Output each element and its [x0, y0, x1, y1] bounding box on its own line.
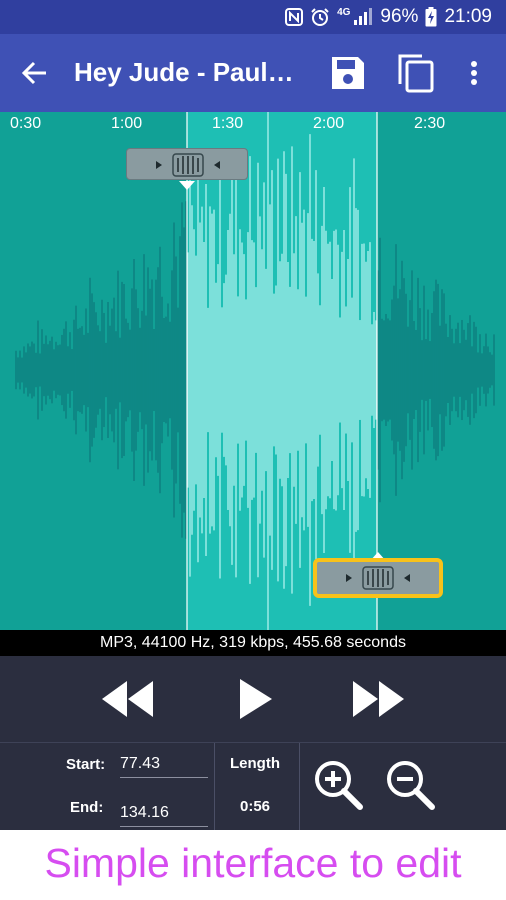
- file-info: MP3, 44100 Hz, 319 kbps, 455.68 seconds: [0, 630, 506, 656]
- battery-percent: 96%: [380, 6, 419, 27]
- timeline-tick: 1:00: [111, 115, 143, 132]
- timeline-tick: 1:30: [212, 115, 244, 132]
- end-field[interactable]: 134.16: [120, 804, 208, 827]
- song-title: Hey Jude - Paul McCartney: [74, 57, 300, 87]
- nfc-icon: [285, 8, 304, 26]
- battery-charging-icon: [425, 7, 437, 27]
- divider: [299, 743, 300, 831]
- signal-icon: [354, 8, 373, 25]
- waveform-panel[interactable]: 0:30 1:00 1:30 2:00 2:30: [0, 112, 506, 630]
- alarm-icon: [311, 8, 329, 26]
- promo-caption: Simple interface to edit: [0, 830, 506, 900]
- play-icon[interactable]: [228, 676, 278, 722]
- end-marker-handle[interactable]: [313, 558, 443, 598]
- timeline-tick: 2:30: [414, 115, 446, 132]
- more-vert-icon[interactable]: [454, 52, 494, 94]
- zoom-out-icon[interactable]: [382, 757, 440, 815]
- fast-forward-icon[interactable]: [348, 676, 408, 722]
- timeline-tick: 2:00: [313, 115, 345, 132]
- start-field[interactable]: 77.43: [120, 755, 208, 778]
- selection-panel: Start: 77.43 End: 134.16 Length 0:56: [0, 742, 506, 831]
- playback-controls: [0, 656, 506, 742]
- save-icon[interactable]: [327, 52, 369, 94]
- back-arrow-icon[interactable]: [18, 56, 52, 90]
- clock: 21:09: [444, 6, 492, 27]
- status-bar: 4G 96% 21:09: [0, 0, 506, 34]
- copy-icon[interactable]: [394, 52, 436, 94]
- length-value: 0:56: [240, 798, 271, 815]
- start-label: Start:: [66, 756, 106, 773]
- drag-grip-icon: [346, 566, 410, 590]
- timeline-tick: 0:30: [10, 115, 42, 132]
- app-bar: Hey Jude - Paul McCartney: [0, 34, 506, 112]
- waveform[interactable]: [0, 112, 506, 630]
- zoom-in-icon[interactable]: [310, 757, 368, 815]
- start-marker-handle[interactable]: [126, 148, 248, 180]
- rewind-icon[interactable]: [98, 676, 158, 722]
- timeline: 0:30 1:00 1:30 2:00 2:30: [0, 112, 506, 140]
- start-marker-pointer: [179, 181, 195, 190]
- network-type: 4G: [337, 6, 351, 18]
- divider: [214, 743, 215, 831]
- drag-grip-icon: [156, 153, 220, 177]
- end-label: End:: [70, 799, 104, 816]
- length-label: Length: [230, 755, 280, 772]
